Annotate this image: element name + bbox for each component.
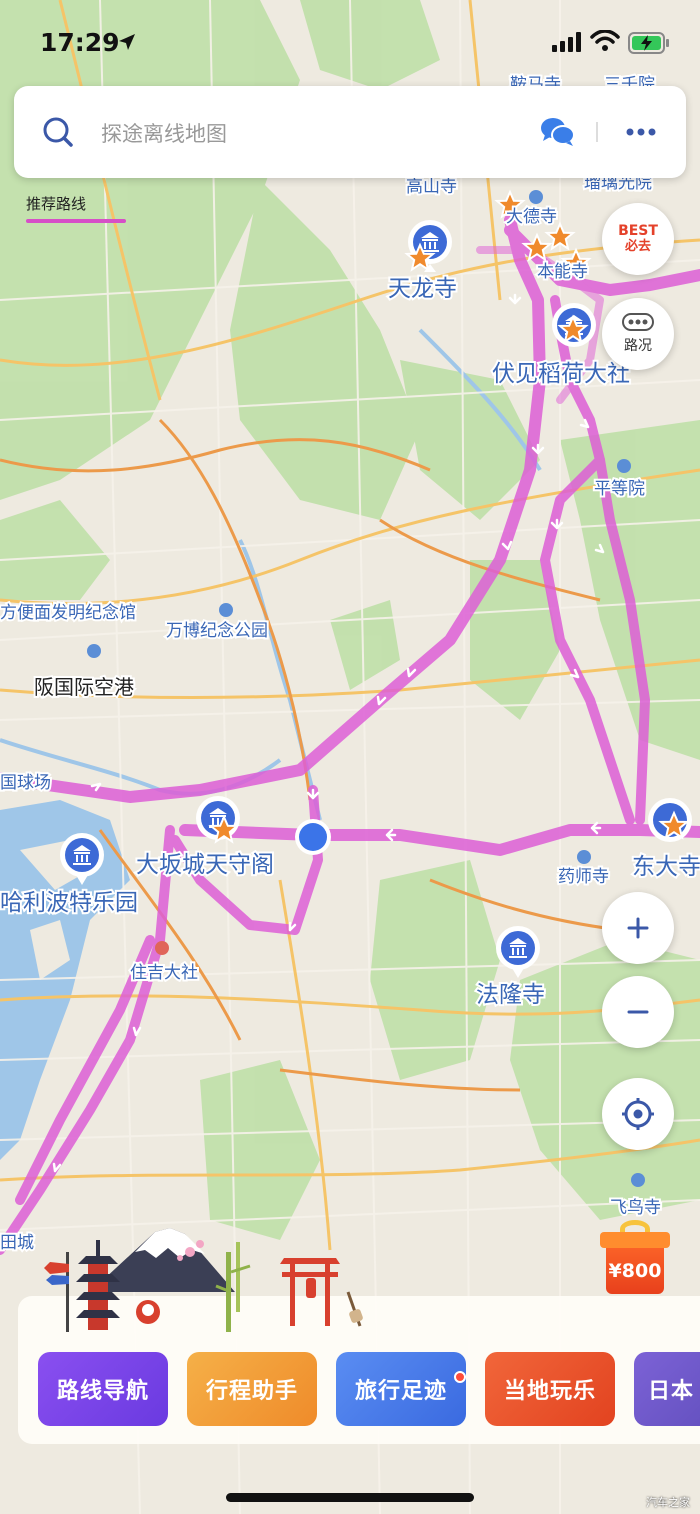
wifi-icon: [590, 30, 620, 51]
home-indicator[interactable]: [226, 1493, 474, 1502]
map-label-stadium[interactable]: 国球场: [0, 771, 53, 795]
traffic-icon: [622, 313, 654, 331]
cellular-signal-icon: [552, 32, 581, 52]
gift-lid: [600, 1232, 670, 1248]
feature-tiles: 路线导航 行程助手 旅行足迹 当地玩乐 日本: [38, 1352, 700, 1426]
status-bar: 17:29: [0, 0, 700, 84]
notification-dot: [454, 1371, 466, 1383]
tile-travel-footprints[interactable]: 旅行足迹: [336, 1352, 466, 1426]
map-label-yakushiji[interactable]: 药师寺: [556, 865, 611, 889]
map-label-byodoin[interactable]: 平等院: [592, 477, 647, 501]
tile-itinerary-assistant[interactable]: 行程助手: [187, 1352, 317, 1426]
map-label-castle-bl[interactable]: 田城: [0, 1231, 36, 1255]
gift-amount: ¥800: [608, 1260, 662, 1282]
map-label-tenryuji[interactable]: 天龙寺: [386, 274, 459, 304]
tile-japan[interactable]: 日本: [634, 1352, 700, 1426]
search-placeholder[interactable]: 探途离线地图: [101, 118, 227, 148]
zoom-in-button[interactable]: [602, 892, 674, 964]
map-label-horyuji[interactable]: 法隆寺: [474, 980, 547, 1010]
best-label: BEST: [618, 223, 658, 239]
map-label-sumiyoshi[interactable]: 住吉大社: [128, 961, 200, 985]
map-label-usj[interactable]: 哈利波特乐园: [0, 888, 140, 918]
map-label-honnoji[interactable]: 本能寺: [535, 260, 590, 284]
status-time: 17:29: [40, 28, 120, 57]
map-label-daitokuji[interactable]: 大德寺: [504, 205, 559, 229]
watermark: 汽车之家: [646, 1496, 690, 1509]
traffic-label: 路况: [624, 338, 652, 354]
map-label-fushimi[interactable]: 伏见稻荷大社: [490, 359, 632, 389]
zoom-out-button[interactable]: [602, 976, 674, 1048]
recommend-routes-tab[interactable]: 推荐路线: [26, 193, 86, 214]
minus-icon: [627, 1010, 649, 1014]
gift-coupon-button[interactable]: ¥800: [598, 1220, 670, 1296]
crosshair-icon: [622, 1098, 654, 1130]
map-label-osaka-castle[interactable]: 大坂城天守阁: [134, 850, 276, 880]
plus-icon: [627, 917, 649, 939]
must-go-label: 必去: [624, 239, 651, 254]
search-divider: [596, 122, 598, 142]
best-must-go-button[interactable]: BEST 必去: [602, 203, 674, 275]
more-icon[interactable]: [626, 128, 656, 136]
map-label-expo[interactable]: 万博纪念公园: [164, 618, 270, 643]
map-label-asukadera[interactable]: 飞鸟寺: [608, 1196, 663, 1220]
map-label-itami[interactable]: 阪国际空港: [32, 673, 136, 701]
battery-charging-icon: [628, 32, 669, 54]
search-icon[interactable]: [42, 116, 74, 148]
japan-decoration-illustration: [44, 1228, 363, 1332]
map-label-takayama[interactable]: 高山寺: [404, 175, 459, 199]
search-bar[interactable]: 探途离线地图: [14, 86, 686, 178]
map-label-momofuku[interactable]: 方便面发明纪念馆: [0, 600, 138, 625]
tile-local-fun[interactable]: 当地玩乐: [485, 1352, 615, 1426]
traffic-button[interactable]: 路况: [602, 298, 674, 370]
locate-me-button[interactable]: [602, 1078, 674, 1150]
location-arrow-icon: [119, 34, 135, 50]
wechat-icon[interactable]: [540, 116, 576, 148]
recommend-tab-underline: [26, 219, 126, 223]
tile-route-navigation[interactable]: 路线导航: [38, 1352, 168, 1426]
map-label-todaiji[interactable]: 东大寺: [630, 852, 700, 882]
